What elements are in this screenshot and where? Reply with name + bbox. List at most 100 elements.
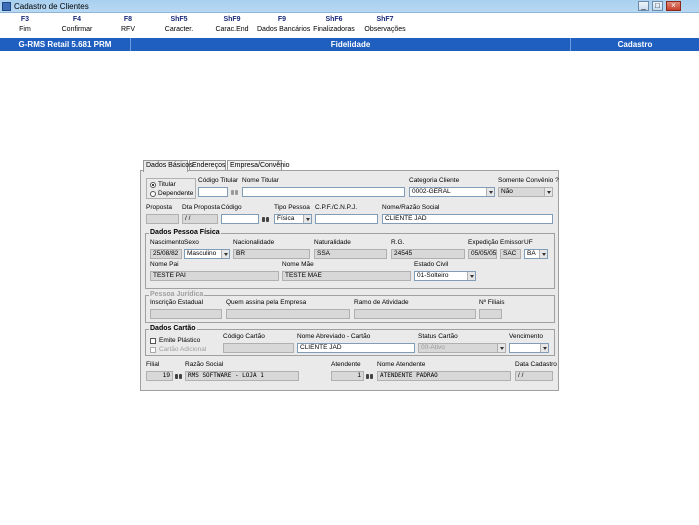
dta-proposta-input[interactable]: / /: [182, 214, 218, 224]
naturalidade-label: Naturalidade: [314, 239, 351, 246]
function-key-toolbar: F3 Fim F4 Confirmar F8 RFV ShF5 Caracter. Sh…: [0, 14, 699, 38]
rfv-button[interactable]: F8 RFV: [113, 16, 143, 33]
screen-name: Cadastro: [617, 40, 653, 49]
atendente-label: Atendente: [331, 361, 361, 368]
window-title: Cadastro de Clientes: [14, 2, 89, 11]
tipo-pessoa-select[interactable]: Física: [274, 214, 312, 224]
ramo-atividade-label: Ramo de Atividade: [354, 299, 409, 306]
uf-select[interactable]: BA: [524, 249, 548, 259]
emite-plastico-label: Emite Plástico: [159, 337, 201, 344]
nome-mae-label: Nome Mãe: [282, 261, 314, 268]
quem-assina-input[interactable]: [226, 309, 350, 319]
codigo-cartao-input[interactable]: [223, 343, 294, 353]
dependente-label: Dependente: [158, 190, 194, 197]
status-cartao-label: Status Cartão: [418, 333, 458, 340]
inscricao-estadual-input[interactable]: [150, 309, 222, 319]
nome-razao-label: Nome/Razão Social: [382, 204, 440, 211]
nome-pai-input[interactable]: TESTE PAI: [150, 271, 279, 281]
pessoa-juridica-title: Pessoa Jurídica: [149, 291, 205, 298]
finalizadoras-button[interactable]: ShF6 Finalizadoras: [312, 16, 356, 33]
chevron-down-icon: [303, 215, 311, 223]
codigo-label: Código: [221, 204, 242, 211]
estado-civil-select[interactable]: 01-Solteiro: [414, 271, 476, 281]
module-name: Fidelidade: [131, 38, 571, 51]
nome-atendente-label: Nome Atendente: [377, 361, 426, 368]
caracter-button[interactable]: ShF5 Caracter.: [159, 16, 199, 33]
module-bar: G-RMS Retail 5.681 PRM Fidelidade Cadast…: [0, 38, 699, 51]
dados-bancarios-button[interactable]: F9 Dados Bancários: [257, 16, 310, 33]
cpf-cnpj-label: C.P.F./C.N.P.J.: [315, 204, 358, 211]
num-filiais-label: Nº Filiais: [479, 299, 505, 306]
nome-pai-label: Nome Pai: [150, 261, 179, 268]
emite-plastico-checkbox[interactable]: [150, 338, 156, 344]
categoria-cliente-select[interactable]: 0002-GERAL: [409, 187, 495, 197]
emissor-input[interactable]: SAC: [500, 249, 521, 259]
chevron-down-icon: [467, 272, 475, 280]
data-cadastro-label: Data Cadastro: [515, 361, 557, 368]
codigo-input[interactable]: [221, 214, 259, 224]
cartao-adicional-label: Cartão Adicional: [159, 346, 207, 353]
dados-basicos-panel: Titular Dependente Código Titular Nome T…: [140, 170, 559, 391]
uf-label: UF: [524, 239, 533, 246]
vencimento-label: Vencimento: [509, 333, 543, 340]
sexo-select[interactable]: Masculino: [184, 249, 230, 259]
tab-dados-basicos[interactable]: Dados Básicos: [143, 160, 193, 172]
nome-atendente-input: ATENDENTE PADRAO: [377, 371, 511, 381]
fim-button[interactable]: F3 Fim: [10, 16, 40, 33]
nome-razao-input[interactable]: CLIENTE JAD: [382, 214, 553, 224]
search-codigo-icon[interactable]: [261, 215, 270, 223]
observacoes-button[interactable]: ShF7 Observações: [364, 16, 406, 33]
cartao-adicional-checkbox[interactable]: [150, 347, 156, 353]
num-filiais-input[interactable]: [479, 309, 502, 319]
status-cartao-select[interactable]: 00-Ativo: [418, 343, 506, 353]
proposta-label: Proposta: [146, 204, 173, 211]
filial-input[interactable]: 19: [146, 371, 173, 381]
app-icon: [2, 2, 11, 11]
search-filial-icon[interactable]: [174, 372, 183, 380]
data-cadastro-input[interactable]: / /: [515, 371, 553, 381]
minimize-icon[interactable]: _: [638, 1, 649, 11]
filial-label: Filial: [146, 361, 160, 368]
nome-mae-input[interactable]: TESTE MAE: [282, 271, 411, 281]
rg-input[interactable]: 24545: [391, 249, 465, 259]
expedicao-label: Expedição: [468, 239, 499, 246]
naturalidade-input[interactable]: SSA: [314, 249, 387, 259]
search-codigo-titular-icon[interactable]: [230, 188, 239, 196]
emissor-label: Emissor: [500, 239, 524, 246]
expedicao-input[interactable]: 05/05/05: [468, 249, 497, 259]
atendente-input[interactable]: 1: [331, 371, 364, 381]
categoria-cliente-label: Categoria Cliente: [409, 177, 460, 184]
dta-proposta-label: Dta Proposta: [182, 204, 220, 211]
quem-assina-label: Quem assina pela Empresa: [226, 299, 307, 306]
chevron-down-icon: [497, 344, 505, 352]
chevron-down-icon: [221, 250, 229, 258]
titular-radio[interactable]: [150, 182, 156, 188]
proposta-input[interactable]: [146, 214, 179, 224]
rg-label: R.G.: [391, 239, 405, 246]
somente-convenio-select[interactable]: Não: [498, 187, 553, 197]
search-atendente-icon[interactable]: [365, 372, 374, 380]
product-version: G-RMS Retail 5.681 PRM: [0, 38, 131, 51]
titular-label: Titular: [158, 181, 176, 188]
codigo-titular-input[interactable]: [198, 187, 228, 197]
nome-titular-input[interactable]: [242, 187, 405, 197]
dependente-radio[interactable]: [150, 191, 156, 197]
carac-end-button[interactable]: ShF9 Carac.End: [212, 16, 252, 33]
codigo-titular-label: Código Titular: [198, 177, 239, 184]
confirmar-button[interactable]: F4 Confirmar: [57, 16, 97, 33]
nome-abreviado-input[interactable]: CLIENTE JAD: [297, 343, 415, 353]
client-form: Dados Básicos Endereços Empresa/Convênio…: [140, 158, 559, 391]
cpf-cnpj-input[interactable]: [315, 214, 378, 224]
close-icon[interactable]: ×: [666, 1, 681, 11]
pessoa-fisica-title: Dados Pessoa Física: [149, 229, 221, 236]
vencimento-select[interactable]: [509, 343, 549, 353]
ramo-atividade-input[interactable]: [354, 309, 476, 319]
nascimento-input[interactable]: 25/08/82: [150, 249, 182, 259]
chevron-down-icon: [544, 188, 552, 196]
nacionalidade-input[interactable]: BR: [233, 249, 310, 259]
razao-social-label: Razão Social: [185, 361, 224, 368]
estado-civil-label: Estado Civil: [414, 261, 449, 268]
nascimento-label: Nascimento: [150, 239, 185, 246]
tipo-pessoa-label: Tipo Pessoa: [274, 204, 310, 211]
maximize-icon[interactable]: □: [652, 1, 663, 11]
